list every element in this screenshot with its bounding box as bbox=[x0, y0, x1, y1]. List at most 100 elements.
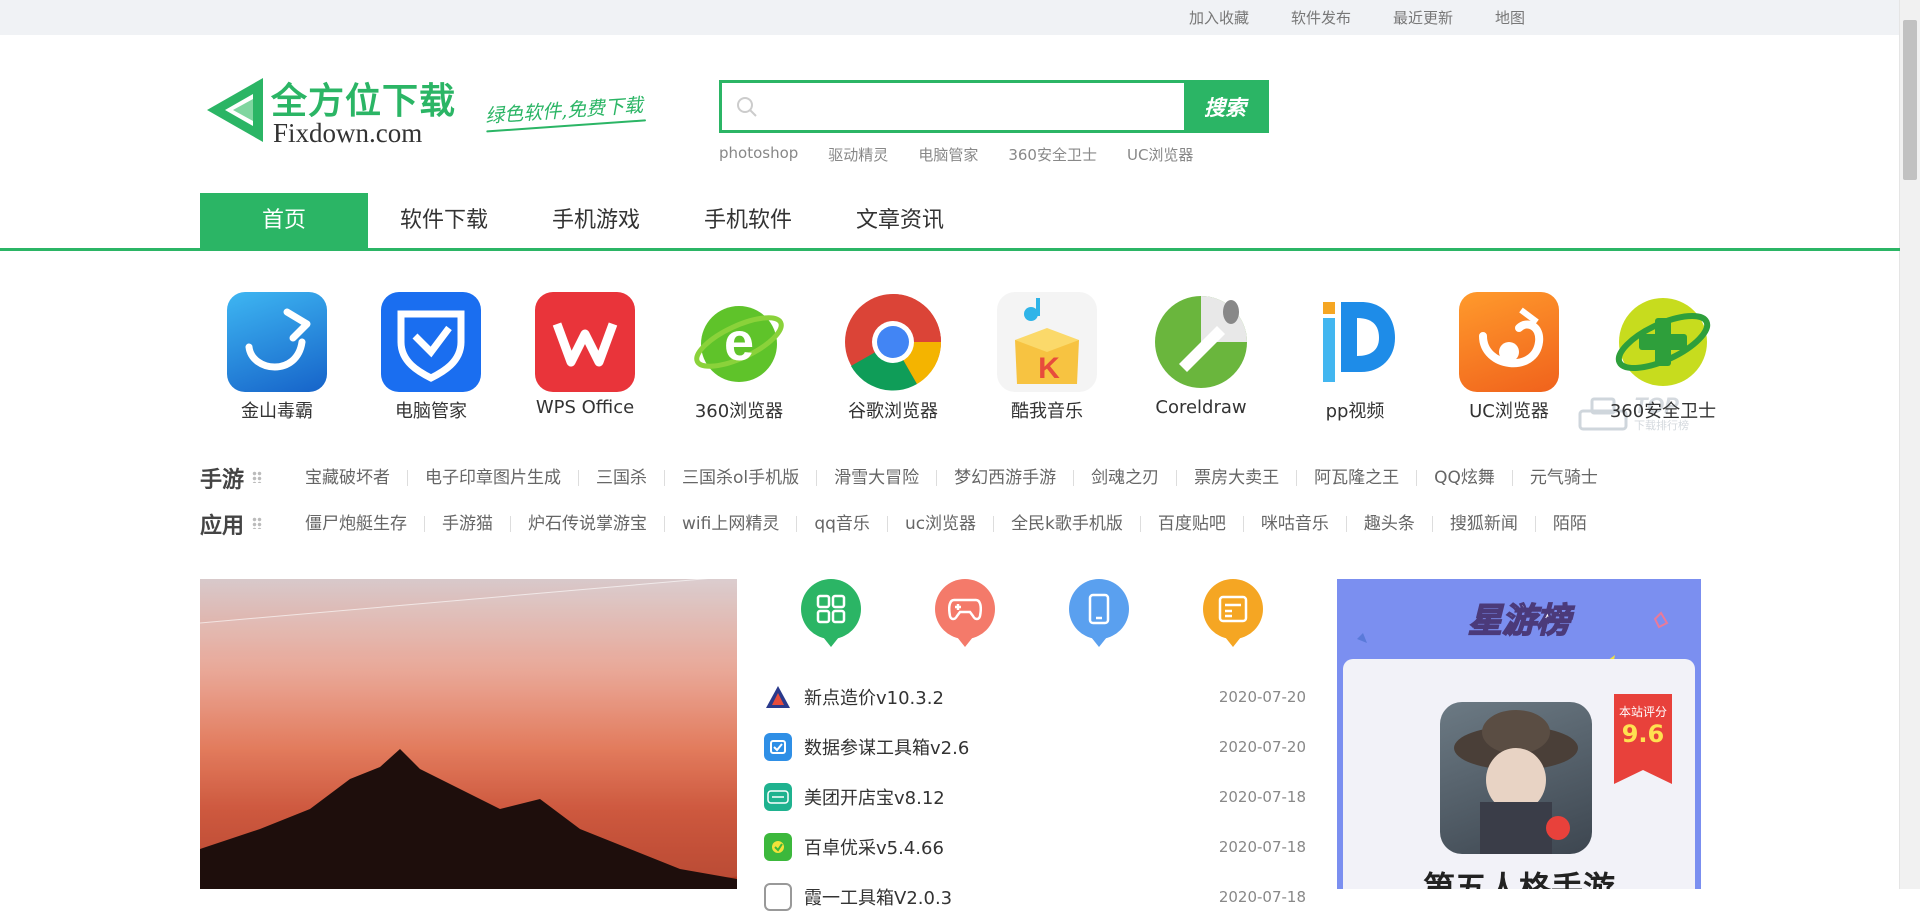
tag-link[interactable]: 趣头条 bbox=[1345, 516, 1432, 533]
app-name: WPS Office bbox=[535, 397, 635, 418]
tag-link[interactable]: 梦幻西游手游 bbox=[936, 470, 1073, 487]
app-item[interactable]: 360安全卫士 bbox=[1586, 292, 1740, 423]
article-category-icon[interactable] bbox=[1203, 579, 1263, 647]
tag-link[interactable]: 阿瓦隆之王 bbox=[1296, 470, 1416, 487]
tag-link[interactable]: 咪咕音乐 bbox=[1242, 516, 1346, 533]
nav-mobile-software[interactable]: 手机软件 bbox=[672, 193, 824, 248]
game-ranking-ad[interactable]: 星游榜 本站评分 9.6 第五人格手游 bbox=[1337, 579, 1701, 889]
tag-link[interactable]: 票房大卖王 bbox=[1176, 470, 1296, 487]
tag-list: 僵尸炮艇生存 手游猫 炉石传说掌游宝 wifi上网精灵 qq音乐 uc浏览器 全… bbox=[305, 516, 1604, 533]
item-title: 新点造价v10.3.2 bbox=[804, 688, 944, 709]
app-name: 金山毒霸 bbox=[241, 401, 313, 422]
hotword-link[interactable]: photoshop bbox=[719, 144, 798, 165]
list-item[interactable]: 百卓优采v5.4.66 2020-07-18 bbox=[764, 822, 1306, 872]
latest-updates-list: 新点造价v10.3.2 2020-07-20 数据参谋工具箱v2.6 2020-… bbox=[764, 672, 1306, 922]
app-item[interactable]: 金山毒霸 bbox=[200, 292, 354, 423]
tag-link[interactable]: 全民k歌手机版 bbox=[993, 516, 1140, 533]
list-item[interactable]: 新点造价v10.3.2 2020-07-20 bbox=[764, 672, 1306, 722]
app-item[interactable]: e 360浏览器 bbox=[662, 292, 816, 423]
wps-office-icon bbox=[535, 292, 635, 392]
app-name: pp视频 bbox=[1325, 401, 1385, 422]
search-box: 搜索 bbox=[719, 80, 1269, 133]
tag-link[interactable]: 元气骑士 bbox=[1511, 470, 1615, 487]
search-input[interactable] bbox=[722, 83, 1184, 130]
tag-link[interactable]: 僵尸炮艇生存 bbox=[305, 516, 424, 533]
coreldraw-icon bbox=[1151, 292, 1251, 392]
kuwo-music-icon: K bbox=[997, 292, 1097, 392]
game-category-icon[interactable] bbox=[935, 579, 995, 647]
tag-link[interactable]: uc浏览器 bbox=[886, 516, 993, 533]
hotword-link[interactable]: 驱动精灵 bbox=[828, 144, 888, 165]
tag-link[interactable]: 剑魂之刃 bbox=[1073, 470, 1176, 487]
apps-tags: 应用 僵尸炮艇生存 手游猫 炉石传说掌游宝 wifi上网精灵 qq音乐 uc浏览… bbox=[200, 508, 1604, 540]
mobile-games-tags: 手游 宝藏破坏者 电子印章图片生成 三国杀 三国杀ol手机版 滑雪大冒险 梦幻西… bbox=[200, 462, 1615, 494]
page-scrollbar[interactable] bbox=[1899, 0, 1920, 889]
tag-link[interactable]: wifi上网精灵 bbox=[664, 516, 796, 533]
tag-link[interactable]: 陌陌 bbox=[1534, 516, 1604, 533]
tag-link[interactable]: 滑雪大冒险 bbox=[816, 470, 936, 487]
tag-row-label-text: 应用 bbox=[200, 514, 245, 539]
app-name: UC浏览器 bbox=[1469, 401, 1549, 422]
nav-mobile-games[interactable]: 手机游戏 bbox=[520, 193, 672, 248]
scrollbar-thumb[interactable] bbox=[1903, 20, 1917, 180]
item-title: 美团开店宝v8.12 bbox=[804, 788, 945, 809]
publish-software-link[interactable]: 软件发布 bbox=[1291, 7, 1351, 28]
search-button[interactable]: 搜索 bbox=[1184, 83, 1266, 130]
featured-apps: 金山毒霸 电脑管家 WPS Office e 360浏览器 谷歌浏览器 K 酷我… bbox=[200, 292, 1740, 423]
item-title: 百卓优采v5.4.66 bbox=[804, 838, 944, 859]
tag-link[interactable]: 三国杀ol手机版 bbox=[664, 470, 816, 487]
kingsoft-antivirus-icon bbox=[227, 292, 327, 392]
app-item[interactable]: Coreldraw bbox=[1124, 292, 1278, 423]
tag-link[interactable]: 搜狐新闻 bbox=[1431, 516, 1535, 533]
hotword-link[interactable]: 360安全卫士 bbox=[1008, 144, 1097, 165]
software-category-icon[interactable] bbox=[801, 579, 861, 647]
app-thumbnail-icon bbox=[764, 783, 792, 811]
tag-link[interactable]: 手游猫 bbox=[424, 516, 510, 533]
item-date: 2020-07-18 bbox=[1218, 788, 1306, 806]
tag-link[interactable]: 百度贴吧 bbox=[1139, 516, 1243, 533]
item-date: 2020-07-18 bbox=[1218, 888, 1306, 906]
list-item[interactable]: 霞一工具箱V2.0.3 2020-07-18 bbox=[764, 872, 1306, 922]
item-title: 霞一工具箱V2.0.3 bbox=[804, 888, 953, 909]
list-item[interactable]: 美团开店宝v8.12 2020-07-18 bbox=[764, 772, 1306, 822]
nav-articles[interactable]: 文章资讯 bbox=[824, 193, 976, 248]
app-name: Coreldraw bbox=[1155, 397, 1247, 418]
item-date: 2020-07-20 bbox=[1218, 688, 1306, 706]
tag-link[interactable]: QQ炫舞 bbox=[1416, 470, 1512, 487]
category-shortcuts bbox=[801, 579, 1263, 647]
360-browser-icon: e bbox=[689, 292, 789, 392]
tag-link[interactable]: 三国杀 bbox=[578, 470, 664, 487]
app-item[interactable]: K 酷我音乐 bbox=[970, 292, 1124, 423]
hotword-link[interactable]: UC浏览器 bbox=[1127, 144, 1193, 165]
tag-link[interactable]: 电子印章图片生成 bbox=[407, 470, 578, 487]
app-item[interactable]: 谷歌浏览器 bbox=[816, 292, 970, 423]
app-item[interactable]: 电脑管家 bbox=[354, 292, 508, 423]
add-favorite-link[interactable]: 加入收藏 bbox=[1189, 7, 1249, 28]
mobile-category-icon[interactable] bbox=[1069, 579, 1129, 647]
pc-manager-icon bbox=[381, 292, 481, 392]
app-item[interactable]: UC浏览器 bbox=[1432, 292, 1586, 423]
hotword-link[interactable]: 电脑管家 bbox=[918, 144, 978, 165]
app-name: 360浏览器 bbox=[694, 401, 784, 422]
logo-mark-icon bbox=[207, 78, 263, 142]
recent-updates-link[interactable]: 最近更新 bbox=[1393, 7, 1453, 28]
sitemap-link[interactable]: 地图 bbox=[1495, 7, 1525, 28]
svg-text:K: K bbox=[1038, 352, 1060, 385]
app-item[interactable]: WPS Office bbox=[508, 292, 662, 423]
list-item[interactable]: 数据参谋工具箱v2.6 2020-07-20 bbox=[764, 722, 1306, 772]
chrome-icon bbox=[843, 292, 943, 392]
tag-link[interactable]: qq音乐 bbox=[796, 516, 887, 533]
app-thumbnail-icon bbox=[764, 833, 792, 861]
app-name: 360安全卫士 bbox=[1609, 401, 1717, 422]
nav-home[interactable]: 首页 bbox=[200, 193, 368, 248]
app-item[interactable]: pp视频 bbox=[1278, 292, 1432, 423]
item-title: 数据参谋工具箱v2.6 bbox=[804, 738, 970, 759]
site-logo[interactable]: 全方位下载 Fixdown.com bbox=[203, 70, 473, 150]
tag-link[interactable]: 宝藏破坏者 bbox=[305, 470, 407, 487]
dots-icon bbox=[252, 471, 262, 483]
tag-link[interactable]: 炉石传说掌游宝 bbox=[510, 516, 664, 533]
nav-software-download[interactable]: 软件下载 bbox=[368, 193, 520, 248]
featured-banner[interactable] bbox=[200, 579, 737, 889]
search-field bbox=[722, 83, 1184, 130]
tag-row-label: 应用 bbox=[200, 508, 305, 540]
